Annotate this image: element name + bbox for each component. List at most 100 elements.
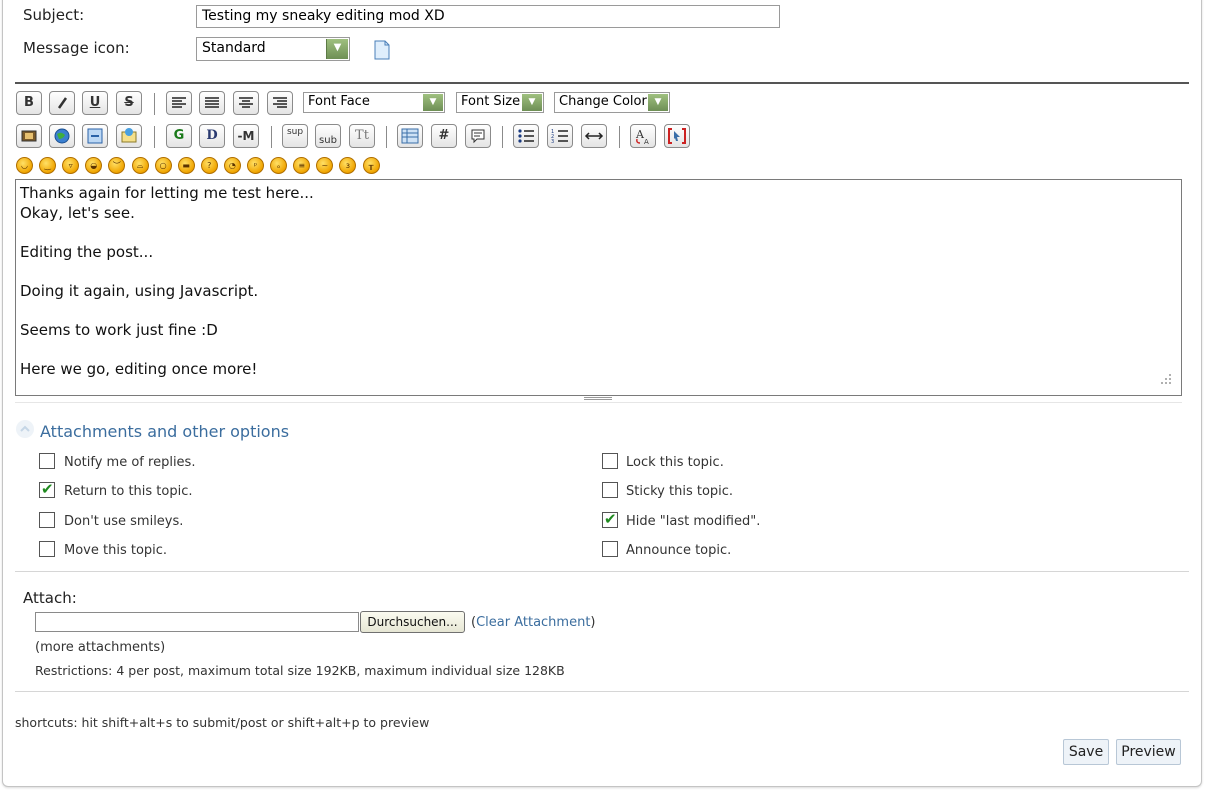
align-right-icon: [273, 97, 287, 108]
table-button[interactable]: [397, 124, 423, 148]
align-justify-button[interactable]: [199, 91, 225, 115]
table-icon: [401, 128, 419, 144]
subject-label: Subject:: [23, 6, 85, 24]
message-icon-select[interactable]: Standard ▼: [196, 37, 350, 61]
attachment-file-input[interactable]: [35, 612, 359, 632]
left-option-label: Return to this topic.: [64, 484, 193, 500]
right-option-label: Announce topic.: [626, 542, 732, 558]
align-center-button[interactable]: [233, 91, 259, 115]
chevron-down-icon: ▼: [326, 39, 348, 59]
left-checkbox-0[interactable]: [39, 453, 55, 469]
quote-button[interactable]: [465, 124, 491, 148]
editor-resize-handle[interactable]: [15, 396, 1182, 403]
resize-grip-icon: [1158, 373, 1172, 385]
remove-formatting-button[interactable]: AA: [630, 124, 656, 148]
link-button[interactable]: [82, 124, 108, 148]
align-justify-icon: [205, 97, 219, 108]
marquee-button[interactable]: -M: [233, 124, 259, 148]
smiley-sad-icon[interactable]: ⌓: [131, 157, 149, 174]
options-section-title[interactable]: Attachments and other options: [40, 422, 289, 441]
align-left-icon: [172, 97, 186, 108]
code-button[interactable]: #: [431, 124, 457, 148]
teletype-button[interactable]: Tt: [349, 124, 375, 148]
smiley-cry-icon[interactable]: ╥: [362, 157, 380, 174]
right-checkbox-1[interactable]: [602, 482, 618, 499]
toolbar-separator: [386, 126, 387, 148]
svg-text:A: A: [644, 138, 649, 145]
toolbar-separator: [154, 93, 155, 115]
bold-button[interactable]: B: [16, 91, 42, 115]
right-checkbox-3[interactable]: [602, 540, 618, 557]
left-option-label: Move this topic.: [64, 542, 168, 558]
clear-attachment-link[interactable]: Clear Attachment: [476, 615, 590, 630]
subscript-button[interactable]: sub: [315, 124, 341, 148]
chevron-down-icon: ▼: [522, 94, 542, 111]
align-left-button[interactable]: [166, 91, 192, 115]
change-color-value: Change Color: [559, 94, 647, 109]
link-icon: [87, 128, 103, 144]
font-face-select[interactable]: Font Face ▼: [303, 92, 445, 113]
left-checkbox-1[interactable]: ✔: [39, 480, 55, 499]
smiley-shocked-icon[interactable]: ○: [154, 157, 172, 174]
divider: [15, 82, 1189, 84]
checkmark-icon: ✔: [41, 480, 54, 499]
browse-button[interactable]: Durchsuchen...: [360, 611, 465, 633]
document-icon: [373, 40, 391, 60]
toolbar-separator: [271, 126, 272, 148]
resize-bar: [584, 397, 612, 400]
left-checkbox-2[interactable]: [39, 511, 55, 528]
smiley-embarrassed-icon[interactable]: ₒ: [270, 157, 288, 174]
right-checkbox-0[interactable]: [602, 453, 618, 469]
divider: [15, 691, 1189, 692]
email-button[interactable]: [116, 124, 142, 148]
right-option-label: Hide "last modified".: [626, 513, 761, 529]
smiley-tongue-icon[interactable]: ᵖ: [247, 157, 264, 174]
toolbar-separator: [154, 126, 155, 148]
subject-input[interactable]: Testing my sneaky editing mod XD: [196, 5, 780, 28]
left-option-label: Don't use smileys.: [64, 513, 184, 529]
attach-label: Attach:: [23, 589, 77, 607]
svg-text:3: 3: [551, 139, 554, 144]
glow-button[interactable]: G: [166, 124, 192, 148]
align-center-icon: [239, 97, 253, 108]
checkmark-icon: ✔: [604, 509, 617, 528]
ordered-list-button[interactable]: 123: [547, 124, 573, 148]
globe-icon: [54, 128, 70, 144]
chevron-down-icon: ▼: [423, 94, 443, 111]
smiley-smiley-icon[interactable]: ◡: [16, 157, 33, 174]
horizontal-rule-icon: [584, 132, 604, 140]
font-size-select[interactable]: Font Size ▼: [456, 92, 544, 113]
smiley-rolleyes-icon[interactable]: ◔: [223, 157, 241, 174]
message-editor[interactable]: Thanks again for letting me test here...…: [15, 179, 1182, 396]
font-size-value: Font Size: [461, 94, 521, 109]
toggle-view-icon: [668, 128, 686, 144]
align-right-button[interactable]: [267, 91, 293, 115]
strikethrough-button[interactable]: S: [116, 91, 142, 115]
flash-button[interactable]: [16, 124, 42, 148]
right-checkbox-2[interactable]: ✔: [602, 509, 618, 528]
save-button[interactable]: Save: [1063, 739, 1109, 765]
font-face-value: Font Face: [308, 94, 370, 109]
toolbar-separator: [619, 126, 620, 148]
right-option-label: Lock this topic.: [626, 455, 724, 470]
underline-button[interactable]: U: [82, 91, 108, 115]
toggle-view-button[interactable]: [664, 124, 690, 148]
smiley-huh-icon[interactable]: ?: [200, 157, 218, 174]
superscript-button[interactable]: sup: [282, 124, 308, 148]
change-color-select[interactable]: Change Color ▼: [554, 92, 670, 113]
clear-attachment-wrapper: (Clear Attachment): [471, 615, 596, 630]
left-checkbox-3[interactable]: [39, 540, 55, 557]
image-button[interactable]: [49, 124, 75, 148]
horizontal-rule-button[interactable]: [581, 124, 607, 148]
divider: [15, 571, 1189, 572]
shadow-button[interactable]: D: [199, 124, 225, 148]
more-attachments-link[interactable]: (more attachments): [35, 640, 165, 655]
unordered-list-button[interactable]: [513, 124, 539, 148]
preview-button[interactable]: Preview: [1116, 739, 1181, 765]
message-icon-value: Standard: [202, 40, 266, 56]
smiley-wink-icon[interactable]: ‿: [39, 157, 57, 174]
collapse-icon[interactable]: [16, 420, 34, 438]
smiley-cool-icon[interactable]: ▬: [177, 157, 195, 174]
ftp-icon: [121, 128, 137, 143]
italic-button[interactable]: [49, 91, 75, 115]
